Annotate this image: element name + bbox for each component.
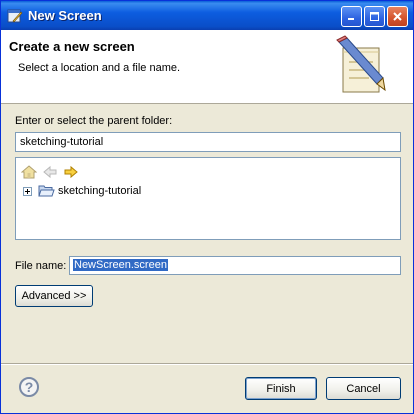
header-subtitle: Select a location and a file name. — [18, 62, 181, 74]
finish-button[interactable]: Finish — [245, 377, 317, 400]
wizard-header: Create a new screen Select a location an… — [1, 30, 413, 104]
maximize-button[interactable] — [364, 6, 385, 27]
help-icon[interactable]: ? — [19, 377, 39, 397]
file-name-label: File name: — [15, 260, 67, 272]
close-button[interactable] — [387, 6, 408, 27]
minimize-icon — [348, 18, 354, 20]
parent-folder-label: Enter or select the parent folder: — [15, 115, 173, 127]
pencil-window-icon — [7, 9, 23, 23]
file-name-value: NewScreen.screen — [73, 259, 168, 271]
home-icon[interactable] — [21, 164, 37, 180]
tree-item-label: sketching-tutorial — [58, 185, 142, 197]
cancel-button[interactable]: Cancel — [326, 377, 401, 400]
tree-item[interactable]: sketching-tutorial — [23, 183, 141, 199]
back-arrow-icon[interactable] — [42, 164, 58, 180]
minimize-button[interactable] — [341, 6, 362, 27]
folder-tree[interactable]: sketching-tutorial — [15, 157, 401, 240]
parent-folder-input[interactable]: sketching-tutorial — [15, 132, 401, 152]
window-title: New Screen — [28, 8, 102, 23]
header-title: Create a new screen — [9, 39, 135, 54]
title-bar[interactable]: New Screen — [1, 1, 413, 30]
footer-separator — [1, 363, 413, 365]
pencil-paper-icon — [336, 35, 386, 93]
maximize-icon — [370, 12, 379, 21]
close-icon — [393, 12, 402, 21]
expand-plus-icon[interactable] — [23, 186, 32, 196]
open-folder-icon — [38, 185, 55, 197]
new-screen-dialog: New Screen Create a new screen Select a … — [0, 0, 414, 414]
file-name-input[interactable]: NewScreen.screen — [69, 256, 401, 275]
forward-arrow-icon[interactable] — [63, 164, 79, 180]
advanced-button[interactable]: Advanced >> — [15, 285, 93, 307]
